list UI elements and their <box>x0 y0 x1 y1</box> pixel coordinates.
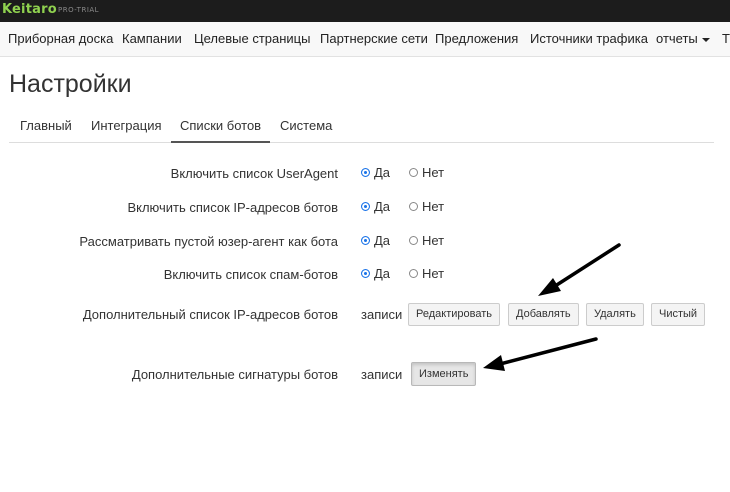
arrow-to-change-button <box>483 337 598 371</box>
annotation-arrows <box>483 243 621 371</box>
arrow-to-add-button <box>538 243 621 296</box>
